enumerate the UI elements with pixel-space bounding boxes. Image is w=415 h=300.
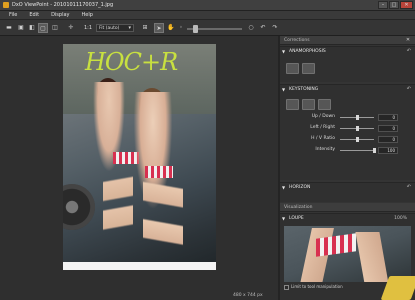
slider-knob[interactable] bbox=[355, 125, 359, 131]
photo-subject-1-legs bbox=[103, 162, 133, 252]
open-folder-icon[interactable]: ▬ bbox=[4, 23, 14, 33]
section-horizon: ▼ HORIZON ↶ bbox=[280, 182, 415, 202]
grid-icon[interactable]: ⊞ bbox=[140, 23, 150, 33]
photo-subject-2-skirt bbox=[145, 166, 173, 178]
panel-close-icon[interactable]: ✕ bbox=[404, 37, 412, 44]
menu-file[interactable]: File bbox=[9, 12, 17, 18]
keystone-vertical-icon[interactable] bbox=[286, 99, 299, 110]
redo-icon[interactable]: ↷ bbox=[270, 23, 280, 33]
slider-label: Left / Right bbox=[310, 125, 335, 130]
maximize-button[interactable]: □ bbox=[389, 1, 399, 9]
loupe-title[interactable]: ▼ LOUPE 100% bbox=[280, 214, 415, 223]
keystone-slider-row: Intensity 100 bbox=[280, 146, 415, 154]
panel-header: Corrections bbox=[280, 36, 415, 45]
photo-bottom-strip bbox=[63, 262, 216, 270]
zoom-label[interactable]: 1:1 bbox=[84, 23, 92, 33]
keystone-horizontal-icon[interactable] bbox=[302, 99, 315, 110]
image-canvas[interactable]: HOC+R 480 x 744 px bbox=[0, 36, 279, 300]
image-dimensions: 480 x 744 px bbox=[233, 293, 263, 298]
loupe-label: LOUPE bbox=[289, 216, 304, 221]
section-keystoning: ▼ KEYSTONING ↶ Up / Down 0 Left / Right 0 H … bbox=[280, 84, 415, 180]
hand-icon[interactable]: ✋ bbox=[166, 23, 176, 33]
loupe-preview bbox=[284, 226, 411, 282]
single-view-icon[interactable]: ▢ bbox=[38, 23, 48, 33]
zoom-slider[interactable] bbox=[187, 25, 242, 33]
limit-checkbox-label: Limit to tool manipulation bbox=[291, 284, 343, 289]
photo-wheel bbox=[63, 184, 95, 230]
keystone-slider-row: Up / Down 0 bbox=[280, 113, 415, 121]
slider-track[interactable] bbox=[340, 125, 374, 131]
slider-value-field[interactable]: 100 bbox=[378, 146, 398, 154]
collapse-arrow-icon: ▼ bbox=[282, 49, 286, 54]
menu-bar: File Edit Display Help bbox=[0, 11, 415, 20]
toolbar: ▬ ▣ ◧ ▢ ◫ ✛ 1:1 Fit (auto) ⊞ ➤ ✋ ◦ ○ ↶ ↷ bbox=[0, 20, 415, 36]
anamorphosis-label: ANAMORPHOSIS bbox=[289, 49, 326, 54]
zoom-slider-thumb[interactable] bbox=[193, 25, 198, 33]
title-bar: DxO ViewPoint - 20101011170037_1.jpg – □… bbox=[0, 0, 415, 11]
window-controls: – □ ✕ bbox=[378, 1, 413, 9]
save-icon[interactable]: ▣ bbox=[16, 23, 26, 33]
split-view-icon[interactable]: ◫ bbox=[50, 23, 60, 33]
collapse-arrow-icon: ▼ bbox=[282, 216, 286, 221]
slider-value-field[interactable]: 0 bbox=[378, 135, 398, 143]
keystone-rectangle-icon[interactable] bbox=[318, 99, 331, 110]
keystoning-label: KEYSTONING bbox=[289, 87, 319, 92]
close-button[interactable]: ✕ bbox=[400, 1, 413, 9]
slider-knob[interactable] bbox=[355, 114, 359, 120]
slider-track[interactable] bbox=[340, 136, 374, 142]
section-anamorphosis: ▼ ANAMORPHOSIS ↶ bbox=[280, 46, 415, 82]
slider-value-field[interactable]: 0 bbox=[378, 124, 398, 132]
compare-icon[interactable]: ◧ bbox=[27, 23, 37, 33]
select-arrow-icon[interactable]: ➤ bbox=[154, 23, 164, 33]
visualization-header: Visualization bbox=[280, 203, 415, 212]
collapse-arrow-icon: ▼ bbox=[282, 185, 286, 190]
keystone-slider-row: H / V Ratio 0 bbox=[280, 135, 415, 143]
limit-checkbox[interactable] bbox=[284, 285, 289, 290]
photo-preview[interactable]: HOC+R bbox=[63, 44, 216, 270]
slider-knob[interactable] bbox=[372, 147, 376, 153]
anamorphosis-portrait-icon[interactable] bbox=[286, 63, 299, 74]
graffiti-text: HOC+R bbox=[85, 48, 178, 76]
zoom-in-icon[interactable]: ○ bbox=[246, 23, 256, 33]
menu-display[interactable]: Display bbox=[51, 12, 69, 18]
photo-subject-2-legs bbox=[143, 174, 183, 260]
menu-edit[interactable]: Edit bbox=[29, 12, 39, 18]
horizon-label: HORIZON bbox=[289, 185, 311, 190]
loupe-subject-leg bbox=[355, 232, 389, 282]
slider-track[interactable] bbox=[340, 114, 374, 120]
reset-keystoning-icon[interactable]: ↶ bbox=[407, 85, 411, 94]
reset-horizon-icon[interactable]: ↶ bbox=[407, 183, 411, 192]
horizon-title[interactable]: ▼ HORIZON ↶ bbox=[280, 183, 415, 192]
slider-knob[interactable] bbox=[355, 136, 359, 142]
slider-value-field[interactable]: 0 bbox=[378, 113, 398, 121]
anamorphosis-title[interactable]: ▼ ANAMORPHOSIS ↶ bbox=[280, 47, 415, 56]
minimize-button[interactable]: – bbox=[378, 1, 388, 9]
anamorphosis-person-icon[interactable] bbox=[302, 63, 315, 74]
slider-label: H / V Ratio bbox=[311, 136, 335, 141]
window-title: DxO ViewPoint - 20101011170037_1.jpg bbox=[12, 2, 114, 8]
collapse-arrow-icon: ▼ bbox=[282, 87, 286, 92]
slider-label: Up / Down bbox=[311, 114, 335, 119]
reset-anamorphosis-icon[interactable]: ↶ bbox=[407, 47, 411, 56]
undo-icon[interactable]: ↶ bbox=[258, 23, 268, 33]
zoom-out-icon[interactable]: ◦ bbox=[177, 23, 185, 33]
slider-track[interactable] bbox=[340, 147, 376, 153]
menu-help[interactable]: Help bbox=[82, 12, 93, 18]
slider-label: Intensity bbox=[315, 147, 335, 152]
app-icon bbox=[3, 2, 9, 8]
loupe-zoom[interactable]: 100% bbox=[394, 214, 407, 223]
keystoning-title[interactable]: ▼ KEYSTONING ↶ bbox=[280, 85, 415, 94]
fit-select[interactable]: Fit (auto) bbox=[96, 24, 134, 32]
keystone-slider-row: Left / Right 0 bbox=[280, 124, 415, 132]
move-icon[interactable]: ✛ bbox=[66, 23, 76, 33]
